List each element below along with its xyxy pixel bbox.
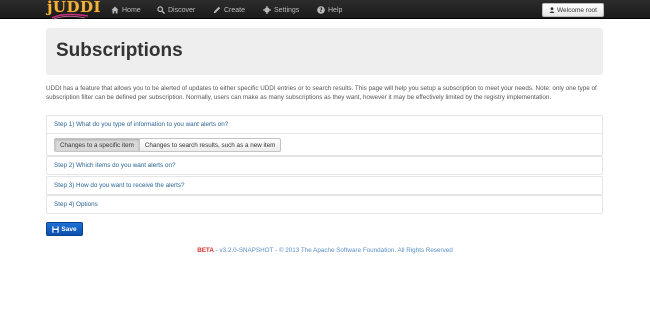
logo-swoosh-icon	[51, 13, 89, 20]
nav-settings-label: Settings	[274, 6, 300, 14]
save-button[interactable]: Save	[46, 222, 83, 236]
subscription-type-toggle: Changes to a specific item Changes to se…	[54, 138, 282, 152]
step2-header[interactable]: Step 2) Which items do you want alerts o…	[47, 157, 602, 174]
nav-home-label: Home	[122, 6, 141, 14]
welcome-label: Welcome root	[557, 6, 597, 14]
beta-badge: BETA	[197, 247, 214, 254]
step3-panel: Step 3) How do you want to receive the a…	[46, 176, 603, 195]
step4-panel: Step 4) Options	[46, 195, 603, 214]
nav-help[interactable]: ? Help	[317, 4, 342, 16]
page-title: Subscriptions	[56, 40, 183, 61]
welcome-user-button[interactable]: Welcome root	[542, 3, 604, 17]
nav-help-label: Help	[328, 6, 343, 14]
step1-body: Changes to a specific item Changes to se…	[47, 133, 602, 155]
pencil-icon	[213, 6, 221, 14]
search-results-button[interactable]: Changes to search results, such as a new…	[139, 138, 282, 152]
svg-text:?: ?	[319, 7, 323, 14]
home-icon	[111, 6, 119, 14]
step4-header[interactable]: Step 4) Options	[47, 196, 602, 213]
step2-panel: Step 2) Which items do you want alerts o…	[46, 156, 603, 175]
step3-header[interactable]: Step 3) How do you want to receive the a…	[47, 177, 602, 194]
question-icon: ?	[317, 6, 325, 14]
intro-text: UDDI has a feature that allows you to be…	[46, 85, 597, 101]
nav-home[interactable]: Home	[111, 4, 141, 16]
footer-text: - v3.2.0-SNAPSHOT - © 2013 The Apache So…	[213, 247, 453, 254]
nav-create-label: Create	[224, 6, 246, 14]
footer: BETA - v3.2.0-SNAPSHOT - © 2013 The Apac…	[0, 247, 650, 254]
nav-discover-label: Discover	[168, 6, 196, 14]
page-header: Subscriptions	[46, 28, 603, 75]
gear-icon	[263, 6, 271, 14]
search-icon	[157, 6, 165, 14]
step1-header[interactable]: Step 1) What do you type of information …	[47, 116, 602, 133]
nav-settings[interactable]: Settings	[263, 4, 299, 16]
specific-item-button[interactable]: Changes to a specific item	[54, 138, 140, 152]
juddi-logo[interactable]: jUDDI	[45, 0, 101, 22]
save-label: Save	[61, 225, 77, 233]
user-icon	[549, 7, 555, 13]
nav-discover[interactable]: Discover	[157, 4, 195, 16]
step1-panel: Step 1) What do you type of information …	[46, 115, 603, 156]
floppy-disk-icon	[52, 225, 60, 233]
top-navbar: jUDDI Home Discover Create Settings ? He…	[0, 0, 650, 22]
nav-create[interactable]: Create	[213, 4, 245, 16]
